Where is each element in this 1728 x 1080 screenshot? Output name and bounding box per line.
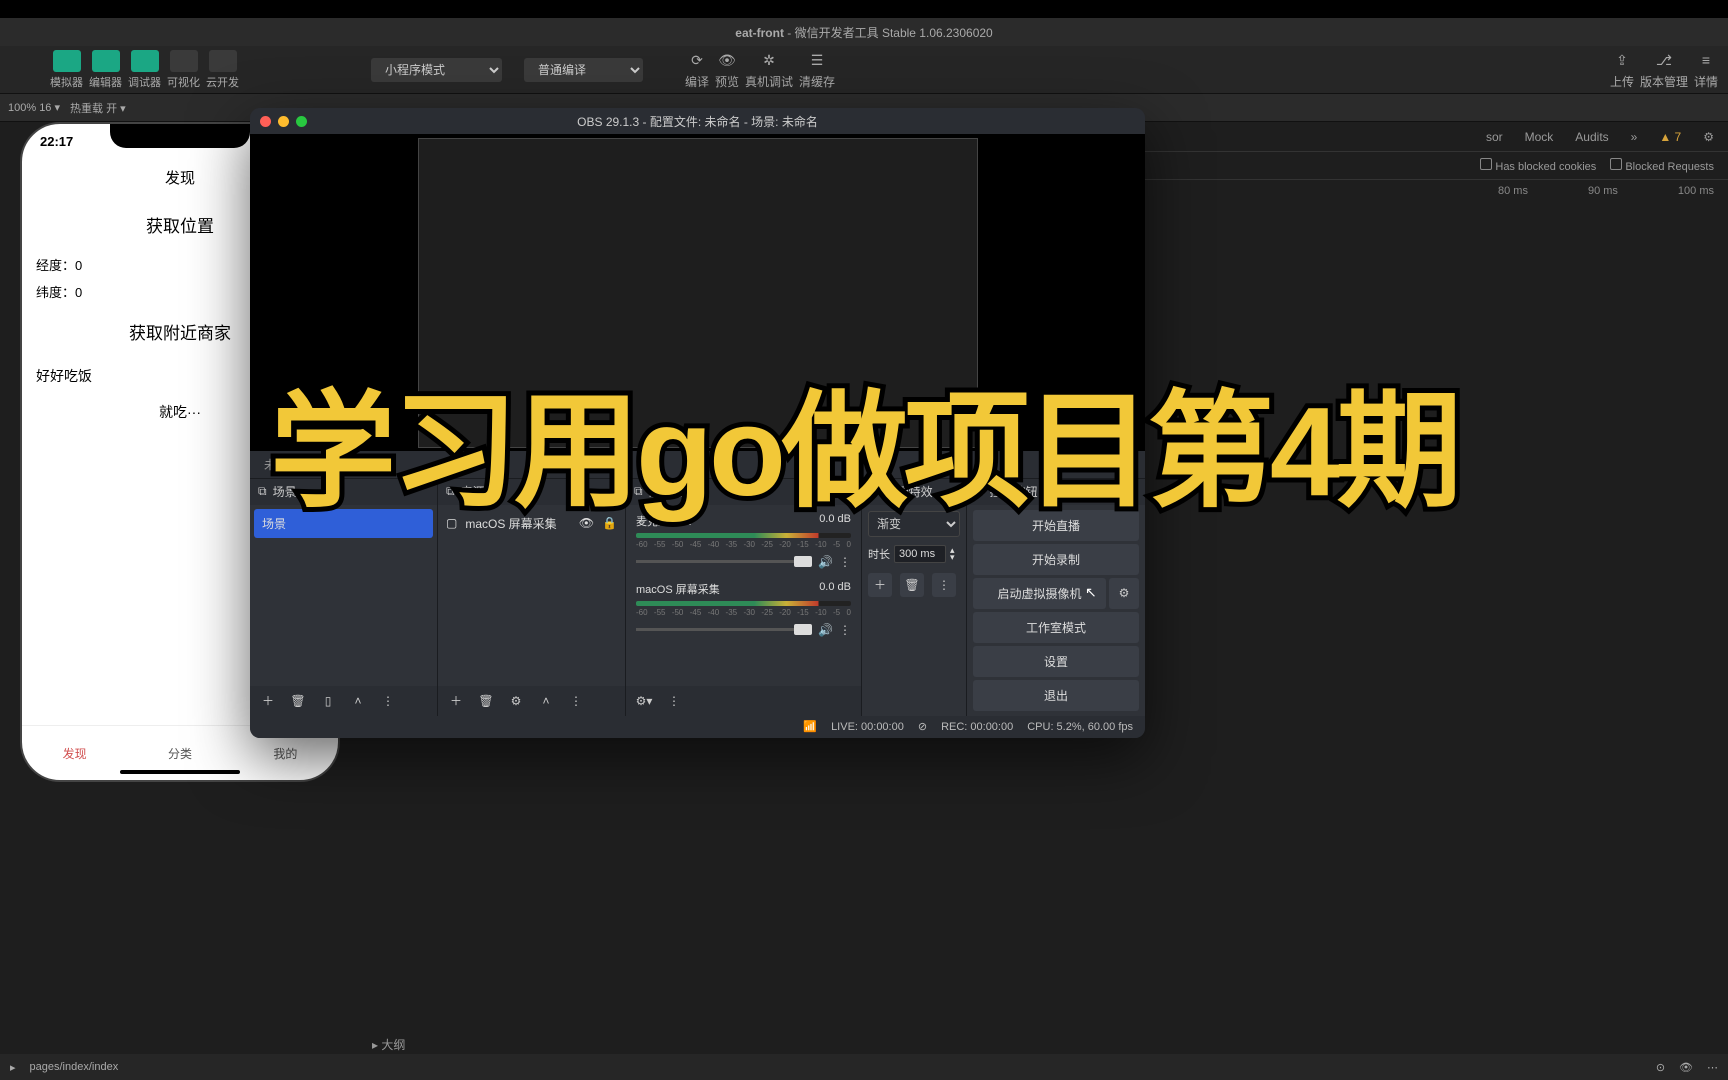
delete-scene-button[interactable]: 🗑 [288,691,308,711]
dt-tab-more[interactable]: » [1631,130,1638,144]
action-remote-debug[interactable]: ✲真机调试 [745,49,793,90]
dt-tab-audits[interactable]: Audits [1575,130,1608,144]
transition-duration-input[interactable] [894,545,946,563]
scene-more-button[interactable]: ⋮ [378,691,398,711]
more-icon[interactable]: ⋯ [1707,1061,1718,1074]
action-version[interactable]: ⎇版本管理 [1640,49,1688,90]
studio-mode-button[interactable]: 工作室模式 [973,612,1139,643]
eye-icon[interactable]: 👁 [1679,1061,1693,1074]
popout-icon[interactable]: ⧉ [634,484,643,499]
filter-blocked-requests[interactable]: Blocked Requests [1610,158,1714,173]
channel-more-button[interactable]: ⋮ [839,623,851,637]
obs-status-bar: 📶 LIVE: 00:00:00 ⊘ REC: 00:00:00 CPU: 5.… [250,716,1145,738]
ide-toolbar: 模拟器 编辑器 调试器 可视化 云开发 小程序模式 普通编译 ⟳编译 👁预览 ✲… [0,46,1728,94]
scene-up-button[interactable]: ˄ [348,691,368,711]
disk-icon: ⊘ [918,720,927,733]
settings-button[interactable]: 设置 [973,646,1139,677]
action-preview[interactable]: 👁预览 [715,49,739,90]
speaker-icon[interactable]: 🔊 [818,623,833,637]
mixer-channel-mic: 麦克风/Aux0.0 dB -60-55-50-45-40-35-30-25-2… [630,509,857,577]
compile-select[interactable]: 普通编译 [524,58,643,82]
status-bar: ▸ pages/index/index ⊙ 👁 ⋯ [0,1054,1728,1080]
virtualcam-settings-button[interactable]: ⚙ [1109,578,1139,609]
cpu-status: CPU: 5.2%, 60.00 fps [1027,721,1133,733]
action-clear-cache[interactable]: ☰清缓存 [799,49,835,90]
source-up-button[interactable]: ˄ [536,691,556,711]
lock-icon[interactable]: 🔒 [602,516,617,530]
tab-discover[interactable]: 发现 [22,726,127,780]
start-streaming-button[interactable]: 开始直播 [973,510,1139,541]
source-settings-button[interactable]: ⚙ 设置 [1093,456,1131,473]
filter-blocked-cookies[interactable]: Has blocked cookies [1480,158,1596,173]
toolbar-editor[interactable]: 编辑器 [89,50,122,90]
add-transition-button[interactable]: ＋ [868,573,892,597]
add-source-button[interactable]: ＋ [446,691,466,711]
page-path: pages/index/index [30,1061,119,1073]
live-status: LIVE: 00:00:00 [831,721,904,733]
signal-icon: 📶 [803,720,817,733]
scene-item[interactable]: 场景 [254,509,433,538]
transition-more-button[interactable]: ⋮ [932,573,956,597]
warning-badge[interactable]: ▲ 7 [1659,130,1681,144]
action-compile[interactable]: ⟳编译 [685,49,709,90]
source-more-button[interactable]: ⋮ [566,691,586,711]
wifi-icon[interactable]: ⊙ [1656,1061,1665,1074]
screen-icon: ▢ [446,516,457,530]
hot-reload-toggle[interactable]: 热重载 开 ▾ [70,100,126,116]
dt-tab-mock[interactable]: Mock [1525,130,1554,144]
volume-slider[interactable] [636,560,812,563]
mode-select[interactable]: 小程序模式 [371,58,502,82]
add-scene-button[interactable]: ＋ [258,691,278,711]
rec-status: REC: 00:00:00 [941,721,1013,733]
popout-icon[interactable]: ⧉ [446,484,455,499]
stepper-icon[interactable]: ▴▾ [950,547,955,561]
mixer-settings-button[interactable]: ⚙▾ [634,691,654,711]
scene-filter-button[interactable]: ▯ [318,691,338,711]
source-item[interactable]: ▢ macOS 屏幕采集 👁 🔒 [442,509,621,538]
obs-titlebar[interactable]: OBS 29.1.3 - 配置文件: 未命名 - 场景: 未命名 [250,108,1145,134]
popout-icon[interactable]: ⧉ [870,484,879,499]
action-detail[interactable]: ≡详情 [1694,49,1718,90]
no-source-label: 未选择源 [264,456,312,473]
source-settings-button[interactable]: ⚙ [506,691,526,711]
mixer-channel-screen: macOS 屏幕采集0.0 dB -60-55-50-45-40-35-30-2… [630,577,857,645]
toolbar-cloud[interactable]: 云开发 [206,50,239,90]
volume-slider[interactable] [636,628,812,631]
transition-select[interactable]: 渐变 [868,511,960,537]
browser-tabs [0,0,1728,18]
zoom-select[interactable]: 100% 16 ▾ [8,101,60,114]
toolbar-simulator[interactable]: 模拟器 [50,50,83,90]
close-icon[interactable] [260,116,271,127]
popout-icon[interactable]: ⧉ [975,484,984,499]
outline-header[interactable]: ▸ 大纲 [360,1032,1728,1056]
gear-icon[interactable]: ⚙ [1703,130,1714,144]
popout-icon[interactable]: ⧉ [258,484,267,499]
minimize-icon[interactable] [278,116,289,127]
toolbar-visual[interactable]: 可视化 [167,50,200,90]
collapse-icon[interactable]: ▸ [10,1061,16,1074]
obs-preview[interactable] [250,134,1145,451]
channel-more-button[interactable]: ⋮ [839,555,851,569]
speaker-icon[interactable]: 🔊 [818,555,833,569]
exit-button[interactable]: 退出 [973,680,1139,711]
toolbar-debugger[interactable]: 调试器 [128,50,161,90]
start-recording-button[interactable]: 开始录制 [973,544,1139,575]
action-upload[interactable]: ⇪上传 [1610,49,1634,90]
obs-window: OBS 29.1.3 - 配置文件: 未命名 - 场景: 未命名 未选择源 ⚙ … [250,108,1145,738]
maximize-icon[interactable] [296,116,307,127]
delete-transition-button[interactable]: 🗑 [900,573,924,597]
mixer-more-button[interactable]: ⋮ [664,691,684,711]
visibility-icon[interactable]: 👁 [579,516,594,530]
delete-source-button[interactable]: 🗑 [476,691,496,711]
start-virtualcam-button[interactable]: 启动虚拟摄像机 [973,578,1106,609]
dt-tab[interactable]: sor [1486,130,1503,144]
ide-titlebar: eat-front - 微信开发者工具 Stable 1.06.2306020 [0,18,1728,46]
